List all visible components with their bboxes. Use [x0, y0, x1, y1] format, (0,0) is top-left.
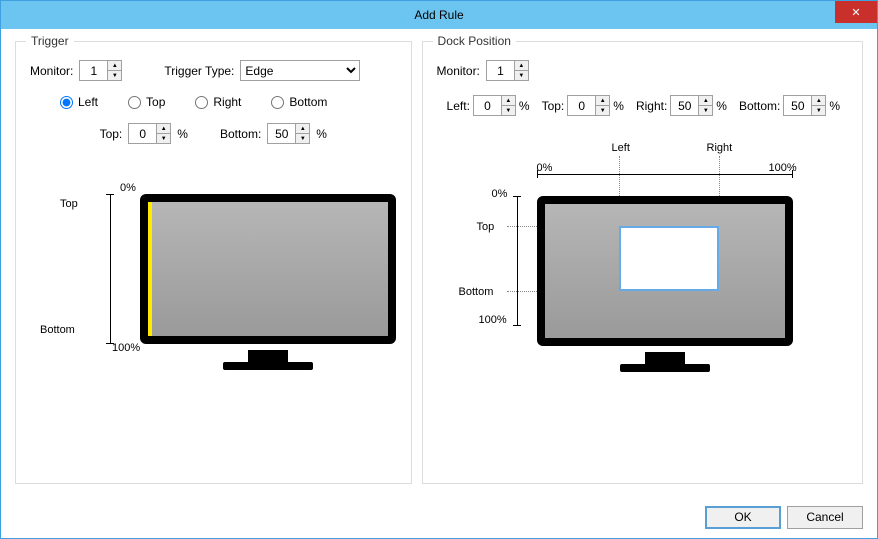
edge-bottom-radio[interactable]: Bottom — [271, 95, 327, 109]
spinner-up-icon[interactable]: ▲ — [156, 123, 171, 133]
dock-rect-preview — [619, 226, 719, 291]
spinner-down-icon[interactable]: ▼ — [156, 133, 171, 144]
dock-right-spinner[interactable]: ▲▼ — [670, 95, 713, 116]
dock-right-label: Right: — [636, 99, 667, 113]
edge-left-radio[interactable]: Left — [60, 95, 98, 109]
dock-bottom-label: Bottom: — [739, 99, 780, 113]
dock-monitor-input[interactable] — [486, 60, 514, 81]
spinner-up-icon[interactable]: ▲ — [514, 60, 529, 70]
spinner-up-icon[interactable]: ▲ — [698, 95, 713, 105]
trigger-bottom-label: Bottom: — [220, 127, 261, 141]
dock-right-input[interactable] — [670, 95, 698, 116]
add-rule-dialog: Add Rule ✕ Trigger Monitor: ▲▼ Trigger T… — [0, 0, 878, 539]
trigger-bottom-spinner[interactable]: ▲▼ — [267, 123, 310, 144]
trigger-diagram: 0% Top Bottom 100% — [30, 194, 397, 394]
spinner-down-icon[interactable]: ▼ — [501, 105, 516, 116]
dock-left-input[interactable] — [473, 95, 501, 116]
trigger-top-input[interactable] — [128, 123, 156, 144]
ok-button[interactable]: OK — [705, 506, 781, 529]
trigger-monitor-input[interactable] — [79, 60, 107, 81]
trigger-group: Trigger Monitor: ▲▼ Trigger Type: Edge L… — [15, 41, 412, 484]
trigger-type-select[interactable]: Edge — [240, 60, 360, 81]
dock-left-label: Left: — [447, 99, 470, 113]
edge-top-radio[interactable]: Top — [128, 95, 165, 109]
dock-group: Dock Position Monitor: ▲▼ Left: ▲▼ % — [422, 41, 863, 484]
monitor-icon — [537, 196, 793, 346]
spinner-down-icon[interactable]: ▼ — [295, 133, 310, 144]
trigger-type-label: Trigger Type: — [164, 64, 234, 78]
dock-top-spinner[interactable]: ▲▼ — [567, 95, 610, 116]
spinner-down-icon[interactable]: ▼ — [514, 70, 529, 81]
dock-left-spinner[interactable]: ▲▼ — [473, 95, 516, 116]
dock-group-label: Dock Position — [433, 34, 516, 48]
spinner-down-icon[interactable]: ▼ — [698, 105, 713, 116]
spinner-down-icon[interactable]: ▼ — [811, 105, 826, 116]
dock-top-input[interactable] — [567, 95, 595, 116]
spinner-up-icon[interactable]: ▲ — [595, 95, 610, 105]
spinner-down-icon[interactable]: ▼ — [107, 70, 122, 81]
window-title: Add Rule — [414, 8, 463, 22]
dialog-footer: OK Cancel — [1, 496, 877, 538]
spinner-up-icon[interactable]: ▲ — [811, 95, 826, 105]
trigger-monitor-spinner[interactable]: ▲▼ — [79, 60, 122, 81]
spinner-up-icon[interactable]: ▲ — [295, 123, 310, 133]
trigger-top-label: Top: — [100, 127, 123, 141]
trigger-group-label: Trigger — [26, 34, 74, 48]
spinner-up-icon[interactable]: ▲ — [501, 95, 516, 105]
close-button[interactable]: ✕ — [835, 1, 877, 23]
dock-monitor-label: Monitor: — [437, 64, 480, 78]
dock-bottom-spinner[interactable]: ▲▼ — [783, 95, 826, 116]
trigger-edge-highlight — [148, 202, 152, 336]
cancel-button[interactable]: Cancel — [787, 506, 863, 529]
trigger-top-spinner[interactable]: ▲▼ — [128, 123, 171, 144]
dock-bottom-input[interactable] — [783, 95, 811, 116]
dock-diagram: 0% 100% Left Right 0% Top Bottom 100% — [437, 196, 848, 396]
spinner-up-icon[interactable]: ▲ — [107, 60, 122, 70]
trigger-monitor-label: Monitor: — [30, 64, 73, 78]
monitor-icon — [140, 194, 396, 344]
close-icon: ✕ — [851, 6, 860, 19]
trigger-bottom-input[interactable] — [267, 123, 295, 144]
dock-monitor-spinner[interactable]: ▲▼ — [486, 60, 529, 81]
spinner-down-icon[interactable]: ▼ — [595, 105, 610, 116]
titlebar: Add Rule ✕ — [1, 1, 877, 29]
edge-right-radio[interactable]: Right — [195, 95, 241, 109]
dock-top-label: Top: — [542, 99, 565, 113]
